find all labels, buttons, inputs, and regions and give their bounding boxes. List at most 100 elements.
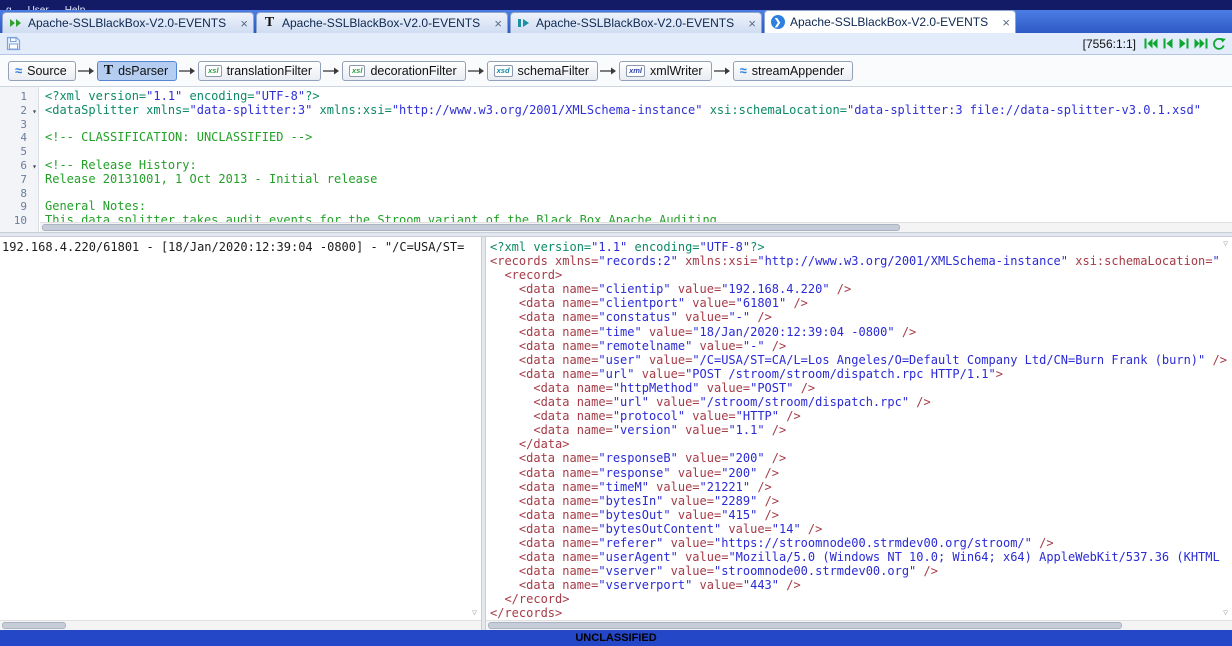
code-line[interactable]: <dataSplitter xmlns="data-splitter:3" xm… [45, 104, 1232, 118]
code-line[interactable]: <data name="referer" value="https://stro… [490, 536, 1232, 550]
step-backward-button[interactable] [1162, 38, 1174, 49]
code-line[interactable] [45, 187, 1232, 201]
code-line[interactable]: <record> [490, 268, 1232, 282]
code-line[interactable]: <data name="responseB" value="200" /> [490, 451, 1232, 465]
code-line[interactable]: <data name="vserverport" value="443" /> [490, 578, 1232, 592]
input-data[interactable]: 192.168.4.220/61801 - [18/Jan/2020:12:39… [0, 237, 481, 254]
code-line[interactable]: <data name="bytesOutContent" value="14" … [490, 522, 1232, 536]
code-line[interactable]: </record> [490, 592, 1232, 606]
editor-hscrollbar-thumb[interactable] [42, 224, 900, 231]
output-hscrollbar[interactable] [486, 620, 1232, 630]
stream-icon: ≈ [15, 64, 22, 77]
code-line[interactable]: <data name="clientip" value="192.168.4.2… [490, 282, 1232, 296]
pipeline-element-decorationFilter[interactable]: xsldecorationFilter [342, 61, 466, 81]
input-pane[interactable]: 192.168.4.220/61801 - [18/Jan/2020:12:39… [0, 237, 481, 630]
code-line[interactable]: <!-- Release History: [45, 159, 1232, 173]
code-line[interactable]: <data name="remotelname" value="-" /> [490, 339, 1232, 353]
stream-icon: ≈ [740, 64, 747, 77]
code-line[interactable]: <data name="timeM" value="21221" /> [490, 480, 1232, 494]
pipeline-link-arrow [600, 66, 617, 76]
tab-1[interactable]: Apache-SSLBlackBox-V2.0-EVENTS × [2, 12, 254, 33]
close-icon[interactable]: × [240, 17, 248, 30]
code-line[interactable]: <data name="protocol" value="HTTP" /> [490, 409, 1232, 423]
pipeline-element-label: Source [27, 64, 67, 78]
fold-arrow-icon[interactable]: ▾ [32, 105, 37, 119]
pipeline-element-label: schemaFilter [518, 64, 590, 78]
text-converter-icon: T [262, 16, 277, 31]
code-line[interactable]: </records> [490, 606, 1232, 620]
save-button[interactable] [6, 36, 21, 51]
editor-code[interactable]: <?xml version="1.1" encoding="UTF-8"?><d… [40, 87, 1232, 232]
text-converter-editor[interactable]: 12▾3456▾78910 <?xml version="1.1" encodi… [0, 87, 1232, 232]
step-first-button[interactable] [1144, 38, 1158, 49]
classification-banner: UNCLASSIFIED [0, 630, 1232, 646]
pipeline-link-arrow [179, 66, 196, 76]
code-line[interactable]: <records xmlns="records:2" xmlns:xsi="ht… [490, 254, 1232, 268]
code-line[interactable]: <data name="constatus" value="-" /> [490, 310, 1232, 324]
code-line[interactable]: <?xml version="1.1" encoding="UTF-8"?> [45, 90, 1232, 104]
code-line[interactable]: <data name="user" value="/C=USA/ST=CA/L=… [490, 353, 1232, 367]
pipeline-element-xmlWriter[interactable]: xmlxmlWriter [619, 61, 711, 81]
code-line[interactable]: <data name="response" value="200" /> [490, 466, 1232, 480]
code-line[interactable]: <data name="url" value="/stroom/stroom/d… [490, 395, 1232, 409]
pipeline-link-arrow [78, 66, 95, 76]
stepping-controls-group: [7556:1:1] [1083, 37, 1226, 51]
pipeline-element-label: translationFilter [227, 64, 312, 78]
code-line[interactable]: <data name="clientport" value="61801" /> [490, 296, 1232, 310]
tab-label: Apache-SSLBlackBox-V2.0-EVENTS [790, 15, 997, 29]
pipeline-element-dsParser[interactable]: TdsParser [97, 61, 177, 81]
code-line[interactable] [45, 145, 1232, 159]
output-pane[interactable]: <?xml version="1.1" encoding="UTF-8"?><r… [486, 237, 1232, 630]
code-line[interactable]: </data> [490, 437, 1232, 451]
stepping-icon: ❯ [770, 15, 785, 30]
code-line[interactable]: <?xml version="1.1" encoding="UTF-8"?> [490, 240, 1232, 254]
code-line[interactable]: <data name="vserver" value="stroomnode00… [490, 564, 1232, 578]
code-line[interactable]: <data name="url" value="POST /stroom/str… [490, 367, 1232, 381]
code-line[interactable]: <data name="httpMethod" value="POST" /> [490, 381, 1232, 395]
fold-arrow-icon[interactable]: ▾ [32, 160, 37, 174]
pipeline-element-Source[interactable]: ≈ Source [8, 61, 76, 81]
input-hscrollbar[interactable] [0, 620, 481, 630]
code-line[interactable]: <data name="version" value="1.1" /> [490, 423, 1232, 437]
editor-hscrollbar[interactable] [40, 222, 1232, 232]
pipeline-element-label: decorationFilter [370, 64, 456, 78]
pipeline-link-arrow [323, 66, 340, 76]
resize-grip-icon[interactable]: ▽ [472, 609, 477, 617]
tab-3[interactable]: Apache-SSLBlackBox-V2.0-EVENTS × [510, 12, 762, 33]
tab-2[interactable]: TApache-SSLBlackBox-V2.0-EVENTS× [256, 12, 508, 33]
pipeline-element-schemaFilter[interactable]: xsd schemaFilter [487, 61, 598, 81]
pipeline-element-streamAppender[interactable]: ≈streamAppender [733, 61, 854, 81]
xsd-icon: xsd [494, 65, 513, 77]
step-location-label: [7556:1:1] [1083, 37, 1136, 51]
pipeline-element-translationFilter[interactable]: xsltranslationFilter [198, 61, 321, 81]
code-line[interactable]: Release 20131001, 1 Oct 2013 - Initial r… [45, 173, 1232, 187]
pipeline-icon [8, 16, 23, 31]
close-icon[interactable]: × [748, 17, 756, 30]
output-data[interactable]: <?xml version="1.1" encoding="UTF-8"?><r… [486, 237, 1232, 621]
pipeline-structure: ≈ Source TdsParser xsltranslationFilter xsld… [0, 55, 1232, 87]
close-icon[interactable]: × [494, 17, 502, 30]
editor-gutter: 12▾3456▾78910 [0, 87, 39, 232]
menu-bar: gUserHelp [0, 0, 1232, 10]
step-forward-button[interactable] [1178, 38, 1190, 49]
code-line[interactable]: <data name="time" value="18/Jan/2020:12:… [490, 325, 1232, 339]
code-line[interactable]: <data name="bytesOut" value="415" /> [490, 508, 1232, 522]
code-line[interactable]: <!-- CLASSIFICATION: UNCLASSIFIED --> [45, 131, 1232, 145]
classification-text: UNCLASSIFIED [575, 632, 656, 644]
line-number: 2▾ [0, 104, 38, 118]
output-hscrollbar-thumb[interactable] [488, 622, 1122, 629]
line-number: 9 [0, 200, 38, 214]
code-line[interactable] [45, 118, 1232, 132]
step-last-button[interactable] [1194, 38, 1208, 49]
tab-label: Apache-SSLBlackBox-V2.0-EVENTS [536, 16, 743, 30]
input-hscrollbar-thumb[interactable] [2, 622, 66, 629]
resize-grip-icon[interactable]: ▽ [1223, 609, 1228, 617]
refresh-button[interactable] [1212, 37, 1226, 51]
tab-4[interactable]: ❯ Apache-SSLBlackBox-V2.0-EVENTS × [764, 10, 1016, 33]
code-line[interactable]: General Notes: [45, 200, 1232, 214]
code-line[interactable]: <data name="bytesIn" value="2289" /> [490, 494, 1232, 508]
tab-label: Apache-SSLBlackBox-V2.0-EVENTS [28, 16, 235, 30]
line-number: 7 [0, 173, 38, 187]
close-icon[interactable]: × [1002, 16, 1010, 29]
code-line[interactable]: <data name="userAgent" value="Mozilla/5.… [490, 550, 1232, 564]
